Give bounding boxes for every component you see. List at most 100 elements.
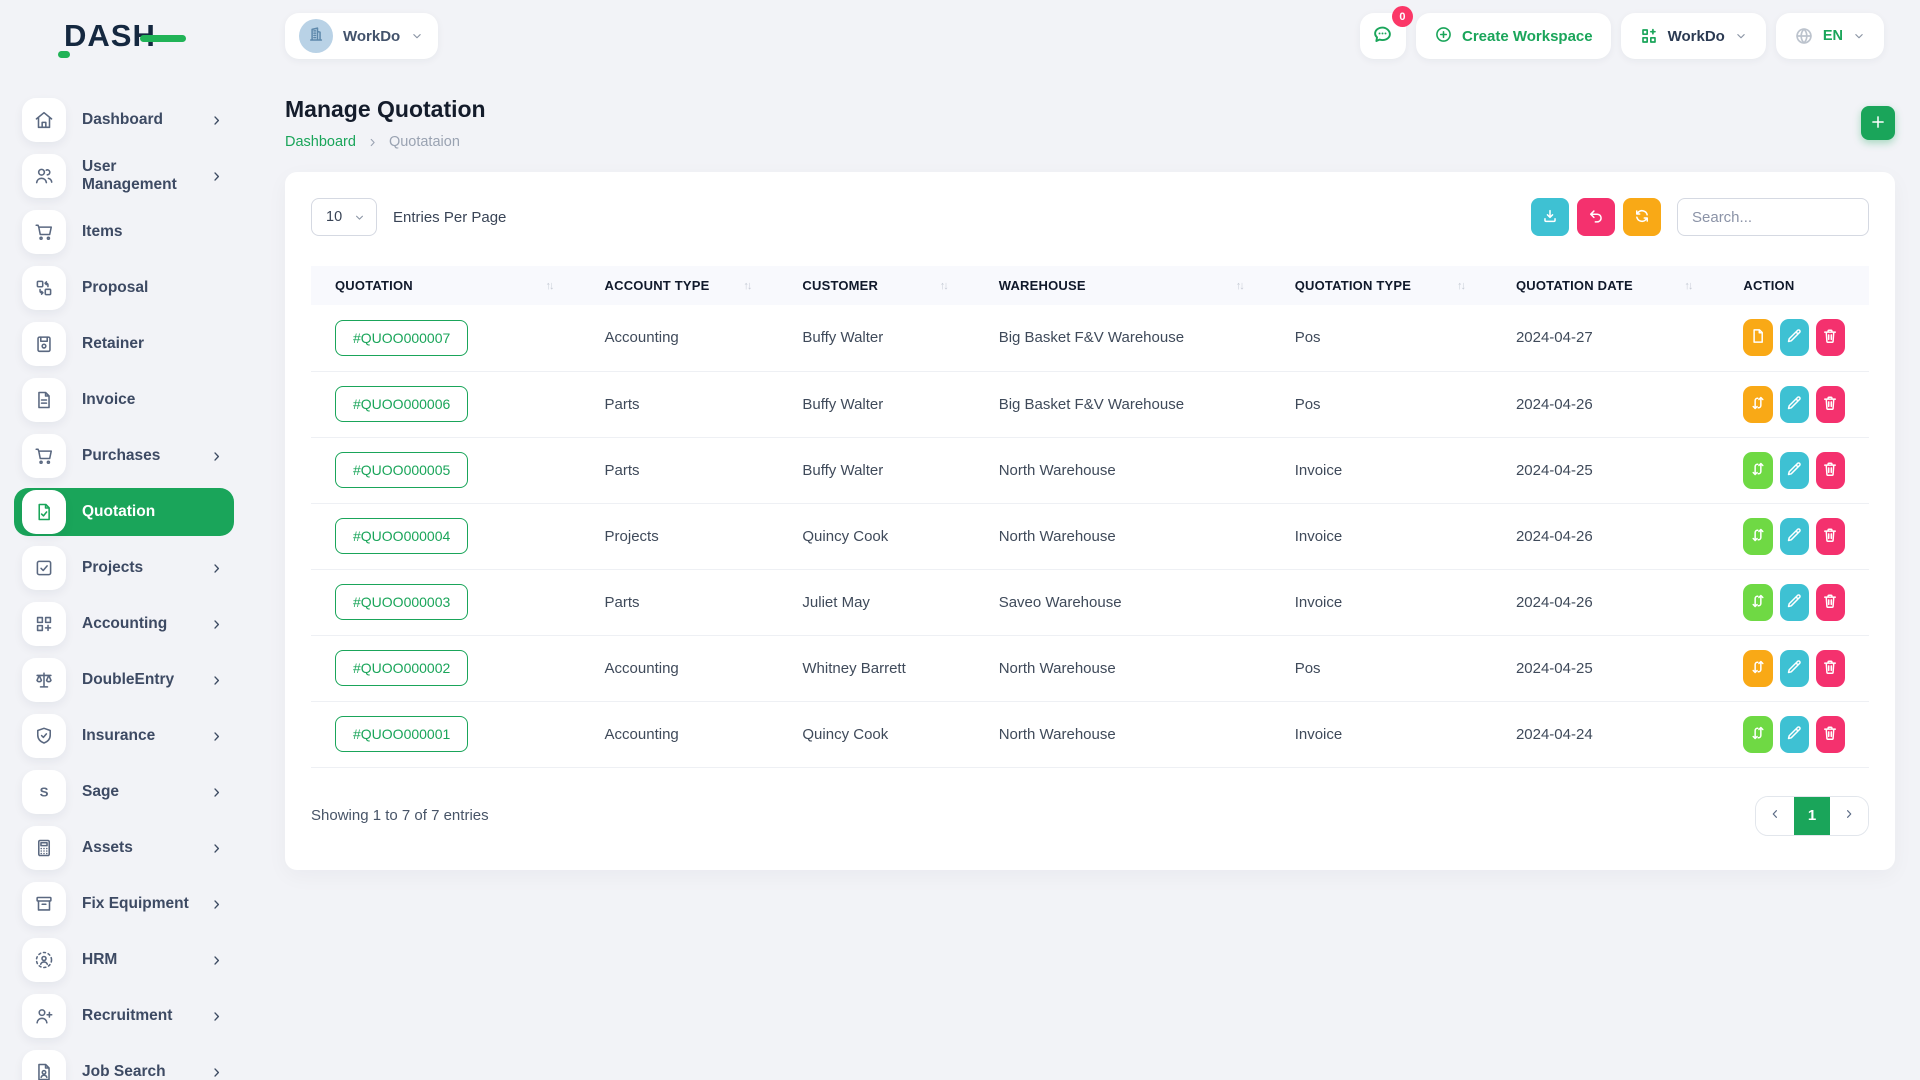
edit-button[interactable] <box>1780 584 1809 621</box>
app-logo: DASH <box>0 18 240 54</box>
edit-button[interactable] <box>1780 319 1809 356</box>
column-header-label: CUSTOMER <box>802 278 878 293</box>
delete-button[interactable] <box>1816 518 1845 555</box>
sort-icon: ↑↓ <box>1457 280 1468 292</box>
sidebar-item-retainer[interactable]: Retainer <box>0 316 240 372</box>
quotation-date-cell: 2024-04-26 <box>1492 503 1719 569</box>
delete-button[interactable] <box>1816 650 1845 687</box>
warehouse-cell: North Warehouse <box>975 503 1271 569</box>
sidebar-item-assets[interactable]: Assets <box>0 820 240 876</box>
chevron-right-icon <box>209 1009 224 1024</box>
undo-button[interactable] <box>1577 198 1615 236</box>
delete-button[interactable] <box>1816 452 1845 489</box>
entries-per-page-select[interactable]: 10 <box>311 198 377 236</box>
quotation-number-link[interactable]: #QUOO000005 <box>335 452 468 488</box>
sidebar-item-purchases[interactable]: Purchases <box>0 428 240 484</box>
edit-button[interactable] <box>1780 518 1809 555</box>
sidebar-item-accounting[interactable]: Accounting <box>0 596 240 652</box>
convert-button[interactable] <box>1743 584 1772 621</box>
delete-button[interactable] <box>1816 716 1845 753</box>
chevron-down-icon <box>1734 29 1748 43</box>
sort-icon: ↑↓ <box>743 280 754 292</box>
delete-button[interactable] <box>1816 319 1845 356</box>
main-content: Manage Quotation Dashboard Quotataion 10… <box>240 72 1920 1080</box>
sidebar-item-label: Insurance <box>82 727 209 745</box>
pagination-prev-button[interactable] <box>1756 797 1794 835</box>
sidebar-item-insurance[interactable]: Insurance <box>0 708 240 764</box>
retainer-icon <box>22 322 66 366</box>
workspace-selector[interactable]: WorkDo <box>285 13 438 59</box>
sidebar-item-label: DoubleEntry <box>82 671 209 689</box>
chevron-right-icon <box>209 169 224 184</box>
document-button[interactable] <box>1743 319 1772 356</box>
edit-button[interactable] <box>1780 716 1809 753</box>
pagination-page-1[interactable]: 1 <box>1794 797 1830 835</box>
customer-cell: Whitney Barrett <box>778 635 974 701</box>
breadcrumb-dashboard-link[interactable]: Dashboard <box>285 134 356 150</box>
sidebar-item-label: Purchases <box>82 447 209 465</box>
convert-button[interactable] <box>1743 452 1772 489</box>
edit-button[interactable] <box>1780 650 1809 687</box>
column-header-quotation[interactable]: QUOTATION↑↓ <box>311 266 581 305</box>
column-header-quotation-date[interactable]: QUOTATION DATE↑↓ <box>1492 266 1719 305</box>
chevron-right-icon <box>209 617 224 632</box>
add-quotation-button[interactable] <box>1861 106 1895 140</box>
sage-icon: S <box>22 770 66 814</box>
quotation-number-link[interactable]: #QUOO000001 <box>335 716 468 752</box>
sidebar-item-doubleentry[interactable]: DoubleEntry <box>0 652 240 708</box>
quotation-number-link[interactable]: #QUOO000003 <box>335 584 468 620</box>
sidebar-item-items[interactable]: Items <box>0 204 240 260</box>
edit-button[interactable] <box>1780 386 1809 423</box>
quotation-number-link[interactable]: #QUOO000002 <box>335 650 468 686</box>
table-row: #QUOO000007AccountingBuffy WalterBig Bas… <box>311 305 1869 371</box>
column-header-quotation-type[interactable]: QUOTATION TYPE ↑↓ <box>1271 266 1492 305</box>
quotation-date-cell: 2024-04-25 <box>1492 635 1719 701</box>
pagination-next-button[interactable] <box>1830 797 1868 835</box>
sidebar-item-quotation[interactable]: Quotation <box>14 488 234 536</box>
column-header-warehouse[interactable]: WAREHOUSE↑↓ <box>975 266 1271 305</box>
quotation-type-cell: Invoice <box>1271 569 1492 635</box>
sidebar-item-dashboard[interactable]: Dashboard <box>0 92 240 148</box>
warehouse-cell: Saveo Warehouse <box>975 569 1271 635</box>
edit-icon <box>1785 658 1803 679</box>
sidebar-item-hrm[interactable]: HRM <box>0 932 240 988</box>
sidebar-item-sage[interactable]: SSage <box>0 764 240 820</box>
account-type-cell: Parts <box>581 437 779 503</box>
column-header-account-type[interactable]: ACCOUNT TYPE ↑↓ <box>581 266 779 305</box>
sidebar-item-proposal[interactable]: Proposal <box>0 260 240 316</box>
account-type-cell: Accounting <box>581 305 779 371</box>
convert-button[interactable] <box>1743 650 1772 687</box>
convert-button[interactable] <box>1743 716 1772 753</box>
create-workspace-button[interactable]: Create Workspace <box>1416 13 1611 59</box>
edit-button[interactable] <box>1780 452 1809 489</box>
workdo-apps-menu[interactable]: WorkDo <box>1621 13 1766 59</box>
account-type-cell: Parts <box>581 569 779 635</box>
convert-button[interactable] <box>1743 386 1772 423</box>
export-button[interactable] <box>1531 198 1569 236</box>
sidebar-item-label: Assets <box>82 839 209 857</box>
search-input[interactable] <box>1677 198 1869 236</box>
column-header-customer[interactable]: CUSTOMER↑↓ <box>778 266 974 305</box>
convert-button[interactable] <box>1743 518 1772 555</box>
sidebar-item-invoice[interactable]: Invoice <box>0 372 240 428</box>
delete-button[interactable] <box>1816 386 1845 423</box>
sidebar-item-fix-equipment[interactable]: Fix Equipment <box>0 876 240 932</box>
quotation-type-cell: Invoice <box>1271 437 1492 503</box>
delete-button[interactable] <box>1816 584 1845 621</box>
sidebar-item-label: Proposal <box>82 279 224 297</box>
messages-button[interactable]: 0 <box>1360 13 1406 59</box>
quotation-number-link[interactable]: #QUOO000006 <box>335 386 468 422</box>
column-header-label: ACCOUNT TYPE <box>605 278 710 293</box>
refresh-button[interactable] <box>1623 198 1661 236</box>
file-icon <box>1749 327 1767 348</box>
column-header-label: QUOTATION TYPE <box>1295 278 1411 293</box>
sidebar-item-job-search[interactable]: Job Search <box>0 1044 240 1080</box>
sidebar-item-user-management[interactable]: User Management <box>0 148 240 204</box>
chevron-right-icon <box>209 561 224 576</box>
sidebar-item-projects[interactable]: Projects <box>0 540 240 596</box>
accounting-icon <box>22 602 66 646</box>
language-selector[interactable]: EN <box>1776 13 1884 59</box>
sidebar-item-recruitment[interactable]: Recruitment <box>0 988 240 1044</box>
quotation-number-link[interactable]: #QUOO000004 <box>335 518 468 554</box>
quotation-number-link[interactable]: #QUOO000007 <box>335 320 468 356</box>
